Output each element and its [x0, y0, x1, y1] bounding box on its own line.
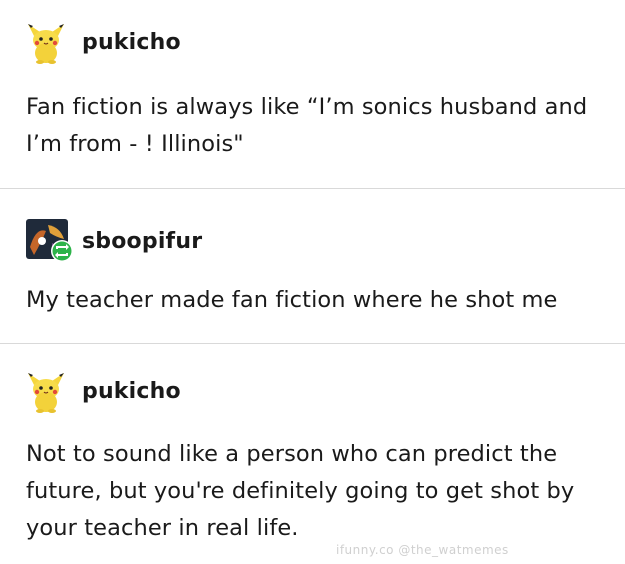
post-3: pukicho Not to sound like a person who c… — [0, 344, 625, 564]
post-text: Fan fiction is always like “I’m sonics h… — [26, 94, 588, 157]
post-text: Not to sound like a person who can predi… — [26, 441, 575, 541]
reblog-avatar-icon[interactable] — [26, 217, 76, 265]
username[interactable]: sboopifur — [82, 229, 202, 254]
post-header: pukicho — [26, 22, 181, 64]
post-header: sboopifur — [26, 217, 202, 265]
post-text: My teacher made fan fiction where he sho… — [26, 287, 558, 313]
pikachu-plush-icon[interactable] — [26, 371, 66, 413]
username[interactable]: pukicho — [82, 379, 181, 404]
pikachu-plush-icon[interactable] — [26, 22, 66, 64]
post-1: pukicho Fan fiction is always like “I’m … — [0, 0, 625, 188]
username[interactable]: pukicho — [82, 30, 181, 55]
post-header: pukicho — [26, 371, 181, 413]
reblog-icon — [52, 241, 72, 261]
watermark: ifunny.co @the_watmemes — [336, 543, 509, 557]
post-2: sboopifur My teacher made fan fiction wh… — [0, 189, 625, 343]
